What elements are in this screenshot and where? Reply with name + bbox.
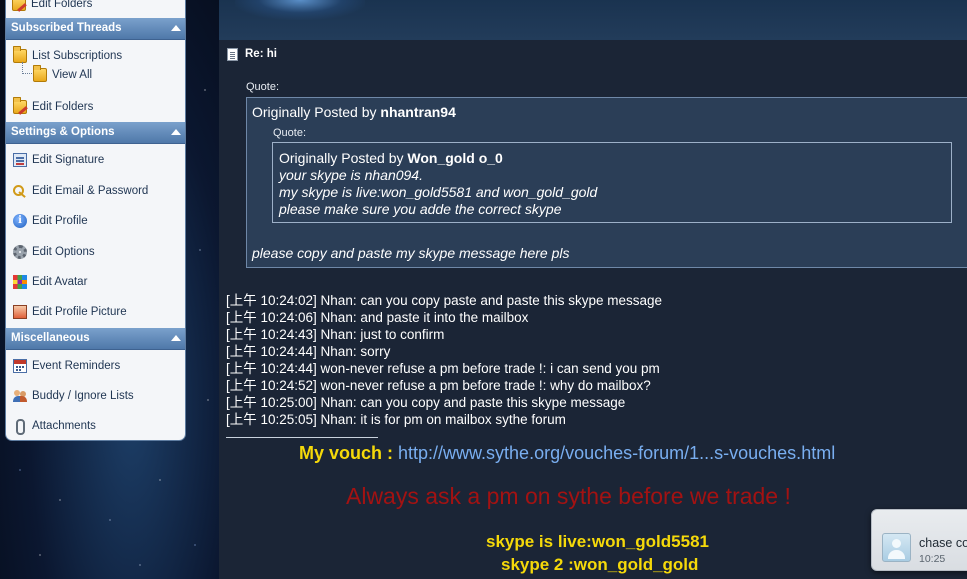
notification-contact-name: chase co <box>919 536 967 550</box>
quote-author[interactable]: nhantran94 <box>380 104 455 120</box>
sidebar-item-label: Edit Profile Picture <box>32 306 127 318</box>
sidebar-item-label: Edit Email & Password <box>32 185 149 197</box>
logo-glow <box>235 0 365 20</box>
sidebar-item-label: Edit Folders <box>31 0 93 10</box>
inner-quote-line: please make sure you adde the correct sk… <box>279 201 562 217</box>
vouch-line: My vouch : http://www.sythe.org/vouches-… <box>299 443 835 464</box>
sidebar-item-edit-avatar[interactable]: Edit Avatar <box>13 272 87 292</box>
tree-connector <box>22 62 32 74</box>
sidebar-item-label: Edit Folders <box>32 101 94 113</box>
sidebar-item-label: View All <box>52 69 93 81</box>
outer-quote-attribution: Originally Posted by nhantran94 <box>252 104 456 120</box>
sidebar-item-edit-profile[interactable]: i Edit Profile <box>13 211 88 231</box>
sidebar-item-edit-folders-top[interactable]: Edit Folders <box>12 0 92 14</box>
sidebar-item-edit-signature[interactable]: Edit Signature <box>13 150 104 170</box>
section-header-subscribed-threads[interactable]: Subscribed Threads <box>6 18 185 40</box>
paperclip-icon <box>13 419 27 435</box>
sidebar-item-label: Attachments <box>32 420 96 432</box>
signature-icon <box>13 153 27 167</box>
avatar-grid-icon <box>13 275 27 289</box>
folder-edit-icon <box>13 97 27 114</box>
sidebar-item-label: List Subscriptions <box>32 50 123 62</box>
calendar-icon <box>13 359 27 373</box>
folder-open-icon <box>13 46 27 63</box>
attribution-prefix: Originally Posted by <box>252 104 381 120</box>
sidebar-item-label: Edit Profile <box>32 215 88 227</box>
sidebar-item-label: Edit Signature <box>32 154 105 166</box>
section-header-label: Settings & Options <box>11 126 115 138</box>
inner-quote-line: my skype is live:won_gold5581 and won_go… <box>279 184 598 200</box>
quote-author[interactable]: Won_gold o_0 <box>407 150 502 166</box>
attribution-prefix: Originally Posted by <box>279 150 408 166</box>
info-icon: i <box>13 214 27 228</box>
sidebar-item-label: Edit Avatar <box>32 276 88 288</box>
inner-quote-attribution: Originally Posted by Won_gold o_0 <box>279 150 503 166</box>
vouch-link[interactable]: http://www.sythe.org/vouches-forum/1...s… <box>398 443 835 463</box>
collapse-arrow-icon[interactable] <box>171 335 181 341</box>
sidebar-item-buddy-ignore[interactable]: Buddy / Ignore Lists <box>13 386 134 406</box>
sidebar-item-view-all[interactable]: View All <box>33 65 92 85</box>
collapse-arrow-icon[interactable] <box>171 129 181 135</box>
section-header-label: Miscellaneous <box>11 332 90 344</box>
outer-quote-reply: please copy and paste my skype message h… <box>252 245 570 261</box>
notification-time: 10:25 <box>919 553 946 565</box>
sidebar-item-edit-email-password[interactable]: Edit Email & Password <box>13 181 148 201</box>
sidebar-item-event-reminders[interactable]: Event Reminders <box>13 356 120 376</box>
signature-divider <box>226 437 378 438</box>
buddy-icon <box>13 389 27 403</box>
section-header-settings-options[interactable]: Settings & Options <box>6 122 185 144</box>
contact-avatar-icon <box>882 533 911 562</box>
signature-warning: Always ask a pm on sythe before we trade… <box>346 483 791 509</box>
quote-label: Quote: <box>246 81 280 93</box>
chat-notification-popup[interactable]: chase co 10:25 <box>871 509 967 571</box>
sidebar-item-label: Buddy / Ignore Lists <box>32 390 134 402</box>
sidebar-item-edit-profile-picture[interactable]: Edit Profile Picture <box>13 302 127 322</box>
skype-id-1: skype is live:won_gold5581 <box>486 532 709 551</box>
sidebar-item-label: Edit Options <box>32 246 95 258</box>
key-icon <box>13 184 27 198</box>
collapse-arrow-icon[interactable] <box>171 25 181 31</box>
post-document-icon <box>227 48 238 61</box>
usercp-sidebar: Edit Folders Subscribed Threads List Sub… <box>5 0 186 441</box>
inner-quote-label: Quote: <box>273 127 307 139</box>
section-header-label: Subscribed Threads <box>11 22 122 34</box>
vouch-label: My vouch : <box>299 443 399 463</box>
sidebar-item-edit-folders[interactable]: Edit Folders <box>13 97 93 117</box>
section-header-miscellaneous[interactable]: Miscellaneous <box>6 328 185 350</box>
folder-icon <box>33 65 47 82</box>
chat-log-line: [上午 10:25:05] Nhan: it is for pm on mail… <box>226 412 566 427</box>
sidebar-item-edit-options[interactable]: Edit Options <box>13 242 95 262</box>
skype-id-2: skype 2 :won_gold_gold <box>501 555 699 574</box>
sidebar-item-label: Event Reminders <box>32 360 121 372</box>
inner-quote-line: your skype is nhan094. <box>279 167 423 183</box>
post-title: Re: hi <box>245 48 277 60</box>
picture-icon <box>13 305 27 319</box>
folder-edit-icon <box>12 0 26 11</box>
sidebar-item-attachments[interactable]: Attachments <box>13 416 96 436</box>
gear-icon <box>13 245 27 259</box>
